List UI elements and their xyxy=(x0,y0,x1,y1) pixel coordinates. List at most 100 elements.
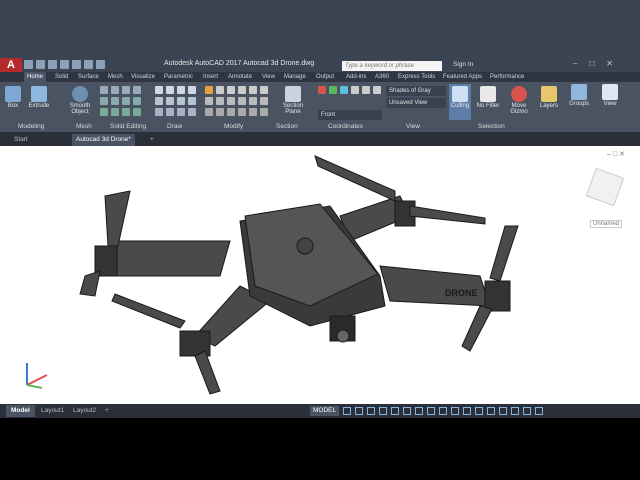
3d-rotate-icon[interactable] xyxy=(238,108,246,116)
maximize-icon[interactable]: □ xyxy=(589,59,594,68)
layout-tab-layout1[interactable]: Layout1 xyxy=(36,405,69,417)
panel-view[interactable]: View xyxy=(406,123,420,130)
lineweight-icon[interactable] xyxy=(427,407,436,415)
stretch-icon[interactable] xyxy=(227,86,235,94)
panel-section[interactable]: Section xyxy=(276,123,298,130)
3d-array-icon[interactable] xyxy=(260,108,268,116)
file-tab-start[interactable]: Start xyxy=(10,134,32,146)
rectangle-icon[interactable] xyxy=(155,97,163,105)
new-icon[interactable] xyxy=(24,60,33,69)
autocad-logo[interactable]: A xyxy=(0,58,22,72)
tab-output[interactable]: Output xyxy=(316,72,334,82)
intersect-icon[interactable] xyxy=(122,86,130,94)
minimize-icon[interactable]: – xyxy=(573,59,577,68)
tab-insert[interactable]: Insert xyxy=(203,72,218,82)
view-button[interactable]: View xyxy=(598,84,622,107)
polygon-icon[interactable] xyxy=(166,97,174,105)
tab-parametric[interactable]: Parametric xyxy=(164,72,193,82)
align-icon[interactable] xyxy=(216,108,224,116)
tab-a360[interactable]: A360 xyxy=(375,72,389,82)
drawing-viewport[interactable]: DRONE xyxy=(0,146,640,404)
redo-icon[interactable] xyxy=(96,60,105,69)
ucs-view-icon[interactable] xyxy=(373,86,381,94)
line-icon[interactable] xyxy=(155,86,163,94)
union-icon[interactable] xyxy=(100,86,108,94)
tab-surface[interactable]: Surface xyxy=(78,72,99,82)
ortho-icon[interactable] xyxy=(367,407,376,415)
panel-draw[interactable]: Draw xyxy=(167,123,182,130)
extrude-button[interactable]: Extrude xyxy=(26,86,52,109)
panel-coordinates[interactable]: Coordinates xyxy=(328,123,363,130)
tab-solid[interactable]: Solid xyxy=(55,72,68,82)
panel-solid-editing[interactable]: Solid Editing xyxy=(110,123,146,130)
hardware-accel-icon[interactable] xyxy=(511,407,520,415)
rotate-icon[interactable] xyxy=(238,86,246,94)
extend-icon[interactable] xyxy=(216,97,224,105)
tab-express-tools[interactable]: Express Tools xyxy=(398,72,435,82)
chamfer-edge-icon[interactable] xyxy=(111,97,119,105)
osnap-icon[interactable] xyxy=(391,407,400,415)
3d-move-icon[interactable] xyxy=(227,108,235,116)
copy-icon[interactable] xyxy=(216,86,224,94)
shell-icon[interactable] xyxy=(122,97,130,105)
panel-modeling[interactable]: Modeling xyxy=(18,123,44,130)
clean-screen-icon[interactable] xyxy=(523,407,532,415)
box-button[interactable]: Box xyxy=(3,86,23,109)
gizmo-status-icon[interactable] xyxy=(463,407,472,415)
fillet-edge-icon[interactable] xyxy=(100,97,108,105)
culling-button[interactable]: Culling xyxy=(449,84,471,120)
slice-icon[interactable] xyxy=(133,86,141,94)
customize-icon[interactable] xyxy=(535,407,544,415)
separate-icon[interactable] xyxy=(133,97,141,105)
arc-icon[interactable] xyxy=(188,86,196,94)
tab-featured-apps[interactable]: Featured Apps xyxy=(443,72,482,82)
move-gizmo-button[interactable]: Move Gizmo xyxy=(506,86,532,115)
grid-icon[interactable] xyxy=(343,407,352,415)
offset-edge-icon[interactable] xyxy=(122,108,130,116)
save-icon[interactable] xyxy=(48,60,57,69)
open-icon[interactable] xyxy=(36,60,45,69)
fillet-icon[interactable] xyxy=(227,97,235,105)
section-plane-button[interactable]: Section Plane xyxy=(280,86,306,115)
view-direction-dropdown[interactable]: Front xyxy=(318,110,382,120)
layers-button[interactable]: Layers xyxy=(537,86,561,109)
layout-tab-layout2[interactable]: Layout2 xyxy=(68,405,101,417)
tab-home[interactable]: Home xyxy=(24,72,47,82)
annotation-scale-icon[interactable] xyxy=(475,407,484,415)
tab-mesh[interactable]: Mesh xyxy=(108,72,123,82)
tab-visualize[interactable]: Visualize xyxy=(131,72,155,82)
scale-icon[interactable] xyxy=(260,86,268,94)
smooth-object-button[interactable]: Smooth Object xyxy=(66,86,94,115)
sign-in-button[interactable]: Sign In xyxy=(453,61,473,68)
isolate-icon[interactable] xyxy=(499,407,508,415)
imprint-icon[interactable] xyxy=(111,108,119,116)
hatch-icon[interactable] xyxy=(188,97,196,105)
save-as-icon[interactable] xyxy=(60,60,69,69)
groups-button[interactable]: Groups xyxy=(566,84,592,107)
undo-icon[interactable] xyxy=(84,60,93,69)
layout-tab-model[interactable]: Model xyxy=(6,405,35,417)
offset-icon[interactable] xyxy=(249,97,257,105)
tab-performance[interactable]: Performance xyxy=(490,72,524,82)
3d-osnap-icon[interactable] xyxy=(403,407,412,415)
circle-icon[interactable] xyxy=(177,86,185,94)
helix-icon[interactable] xyxy=(188,108,196,116)
workspace-icon[interactable] xyxy=(487,407,496,415)
panel-mesh[interactable]: Mesh xyxy=(76,123,92,130)
ellipse-icon[interactable] xyxy=(155,108,163,116)
panel-modify[interactable]: Modify xyxy=(224,123,243,130)
ucs-icon[interactable] xyxy=(318,86,326,94)
polar-icon[interactable] xyxy=(379,407,388,415)
region-icon[interactable] xyxy=(177,108,185,116)
array-icon[interactable] xyxy=(238,97,246,105)
taper-faces-icon[interactable] xyxy=(133,108,141,116)
saved-view-dropdown[interactable]: Unsaved View xyxy=(386,98,446,108)
explode-icon[interactable] xyxy=(260,97,268,105)
selection-cycling-icon[interactable] xyxy=(451,407,460,415)
tab-annotate[interactable]: Annotate xyxy=(228,72,252,82)
polyline-icon[interactable] xyxy=(166,86,174,94)
trim-icon[interactable] xyxy=(205,97,213,105)
ucs-previous-icon[interactable] xyxy=(340,86,348,94)
extract-edges-icon[interactable] xyxy=(100,108,108,116)
close-icon[interactable]: ✕ xyxy=(606,59,613,68)
